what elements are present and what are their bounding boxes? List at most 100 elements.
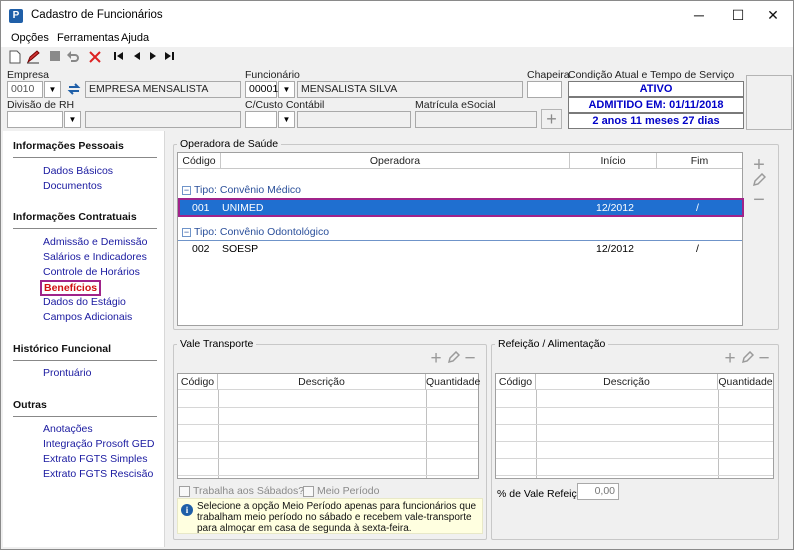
sidebar-item-prontuario[interactable]: Prontuário (43, 367, 91, 379)
add-refeicao-icon[interactable]: + (723, 348, 737, 370)
empresa-dropdown-button[interactable]: ▼ (44, 81, 61, 98)
trabalha-sabados-checkbox[interactable] (179, 486, 190, 497)
section-divider (13, 157, 157, 158)
section-title-informacoes-contratuais: Informações Contratuais (13, 211, 137, 223)
funcionario-label: Funcionário (245, 69, 300, 81)
undo-icon[interactable] (65, 50, 81, 66)
funcionario-dropdown-button[interactable]: ▼ (278, 81, 295, 98)
refeicao-grid: Código Descrição Quantidade (495, 373, 774, 479)
trabalha-sabados-label: Trabalha aos Sábados? (193, 485, 305, 497)
collapse-icon[interactable]: − (182, 228, 191, 237)
sidebar-item-admissao[interactable]: Admissão e Demissão (43, 236, 147, 248)
group-label-odontologico: Tipo: Convênio Odontológico (194, 226, 330, 238)
section-divider (13, 416, 157, 417)
percent-vale-input[interactable]: 0,00 (577, 483, 619, 500)
refeicao-rows (496, 390, 773, 478)
collapse-icon[interactable]: − (182, 186, 191, 195)
main-window: P Cadastro de Funcionários ─ ☐ ✕ Opções … (0, 0, 794, 550)
swap-icon[interactable] (65, 81, 83, 98)
section-divider (13, 360, 157, 361)
maximize-button[interactable]: ☐ (720, 3, 756, 27)
edit-refeicao-icon[interactable] (740, 350, 754, 369)
menu-opcoes[interactable]: Opções (11, 32, 49, 44)
row-divider (178, 475, 478, 476)
empresa-name-field: EMPRESA MENSALISTA (85, 81, 241, 98)
info-icon: i (181, 504, 193, 516)
col-quantidade[interactable]: Quantidade (718, 374, 773, 390)
sidebar-item-beneficios[interactable]: Benefícios (40, 280, 102, 296)
sidebar-item-dados-basicos[interactable]: Dados Básicos (43, 165, 113, 177)
sidebar-item-anotacoes[interactable]: Anotações (43, 423, 93, 435)
meio-periodo-checkbox[interactable] (303, 486, 314, 497)
empresa-code-field[interactable]: 0010 (7, 81, 43, 98)
add-vale-icon[interactable]: + (429, 348, 443, 370)
chapeira-field[interactable] (527, 81, 562, 98)
col-fim[interactable]: Fim (657, 155, 742, 167)
remove-operadora-icon[interactable]: − (751, 189, 767, 212)
info-text: Selecione a opção Meio Período apenas pa… (197, 501, 477, 534)
col-divider (718, 390, 719, 478)
new-document-icon[interactable] (7, 50, 23, 66)
sidebar-item-controle-horarios[interactable]: Controle de Horários (43, 266, 140, 278)
remove-refeicao-icon[interactable]: − (757, 348, 771, 370)
close-button[interactable]: ✕ (755, 3, 791, 27)
col-operadora[interactable]: Operadora (221, 155, 569, 167)
col-descricao[interactable]: Descrição (536, 374, 718, 390)
divisao-field[interactable] (7, 111, 63, 128)
col-inicio[interactable]: Início (570, 155, 656, 167)
custo-dropdown-button[interactable]: ▼ (278, 111, 295, 128)
previous-icon[interactable] (129, 50, 145, 66)
funcionario-code-field[interactable]: 00001 (245, 81, 278, 98)
col-codigo[interactable]: Código (178, 374, 218, 390)
remove-vale-icon[interactable]: − (463, 348, 477, 370)
sidebar-item-integracao-ged[interactable]: Integração Prosoft GED (43, 438, 154, 450)
sidebar-item-documentos[interactable]: Documentos (43, 180, 102, 192)
chapeira-label: Chapeira (527, 69, 570, 81)
row-divider (496, 407, 773, 408)
minimize-button[interactable]: ─ (681, 3, 717, 27)
sidebar-item-campos-adicionais[interactable]: Campos Adicionais (43, 311, 132, 323)
sidebar-item-dados-estagio[interactable]: Dados do Estágio (43, 296, 126, 308)
table-row-selected[interactable]: 001 UNIMED 12/2012 / (178, 198, 744, 217)
col-quantidade[interactable]: Quantidade (426, 374, 480, 390)
next-icon[interactable] (145, 50, 161, 66)
cell-fim: / (696, 202, 699, 214)
custo-field[interactable] (245, 111, 277, 128)
admission-date-badge: ADMITIDO EM: 01/11/2018 (568, 97, 744, 113)
stop-icon[interactable] (47, 50, 63, 66)
col-codigo[interactable]: Código (178, 155, 220, 167)
matricula-field (415, 111, 537, 128)
menu-ferramentas[interactable]: Ferramentas (57, 32, 119, 44)
menu-ajuda[interactable]: Ajuda (121, 32, 149, 44)
toolbar (1, 47, 793, 69)
divisao-label: Divisão de RH (7, 99, 75, 111)
delete-icon[interactable] (87, 50, 103, 66)
last-icon[interactable] (161, 50, 177, 66)
divisao-dropdown-button[interactable]: ▼ (64, 111, 81, 128)
meio-periodo-label: Meio Período (317, 485, 380, 497)
col-descricao[interactable]: Descrição (218, 374, 426, 390)
edit-vale-icon[interactable] (446, 350, 460, 369)
sidebar-item-extrato-fgts-simples[interactable]: Extrato FGTS Simples (43, 453, 147, 465)
row-divider (496, 424, 773, 425)
vale-title: Vale Transporte (177, 338, 257, 350)
row-divider (496, 458, 773, 459)
app-icon: P (9, 9, 23, 23)
cell-operadora: UNIMED (222, 202, 264, 214)
col-divider (536, 390, 537, 478)
col-divider (426, 390, 427, 478)
cell-codigo: 001 (192, 202, 210, 214)
add-matricula-button[interactable]: + (541, 109, 562, 129)
refeicao-title: Refeição / Alimentação (495, 338, 609, 350)
row-divider (178, 458, 478, 459)
col-codigo[interactable]: Código (496, 374, 536, 390)
employee-photo[interactable] (746, 75, 792, 130)
sidebar-item-salarios[interactable]: Salários e Indicadores (43, 251, 147, 263)
table-row[interactable]: 002 SOESP 12/2012 / (178, 241, 742, 259)
row-divider (496, 441, 773, 442)
sidebar-item-extrato-fgts-rescisao[interactable]: Extrato FGTS Rescisão (43, 468, 153, 480)
operadora-title: Operadora de Saúde (177, 138, 282, 150)
divisao-name-field (85, 111, 241, 128)
edit-icon[interactable] (25, 50, 41, 66)
first-icon[interactable] (111, 50, 127, 66)
